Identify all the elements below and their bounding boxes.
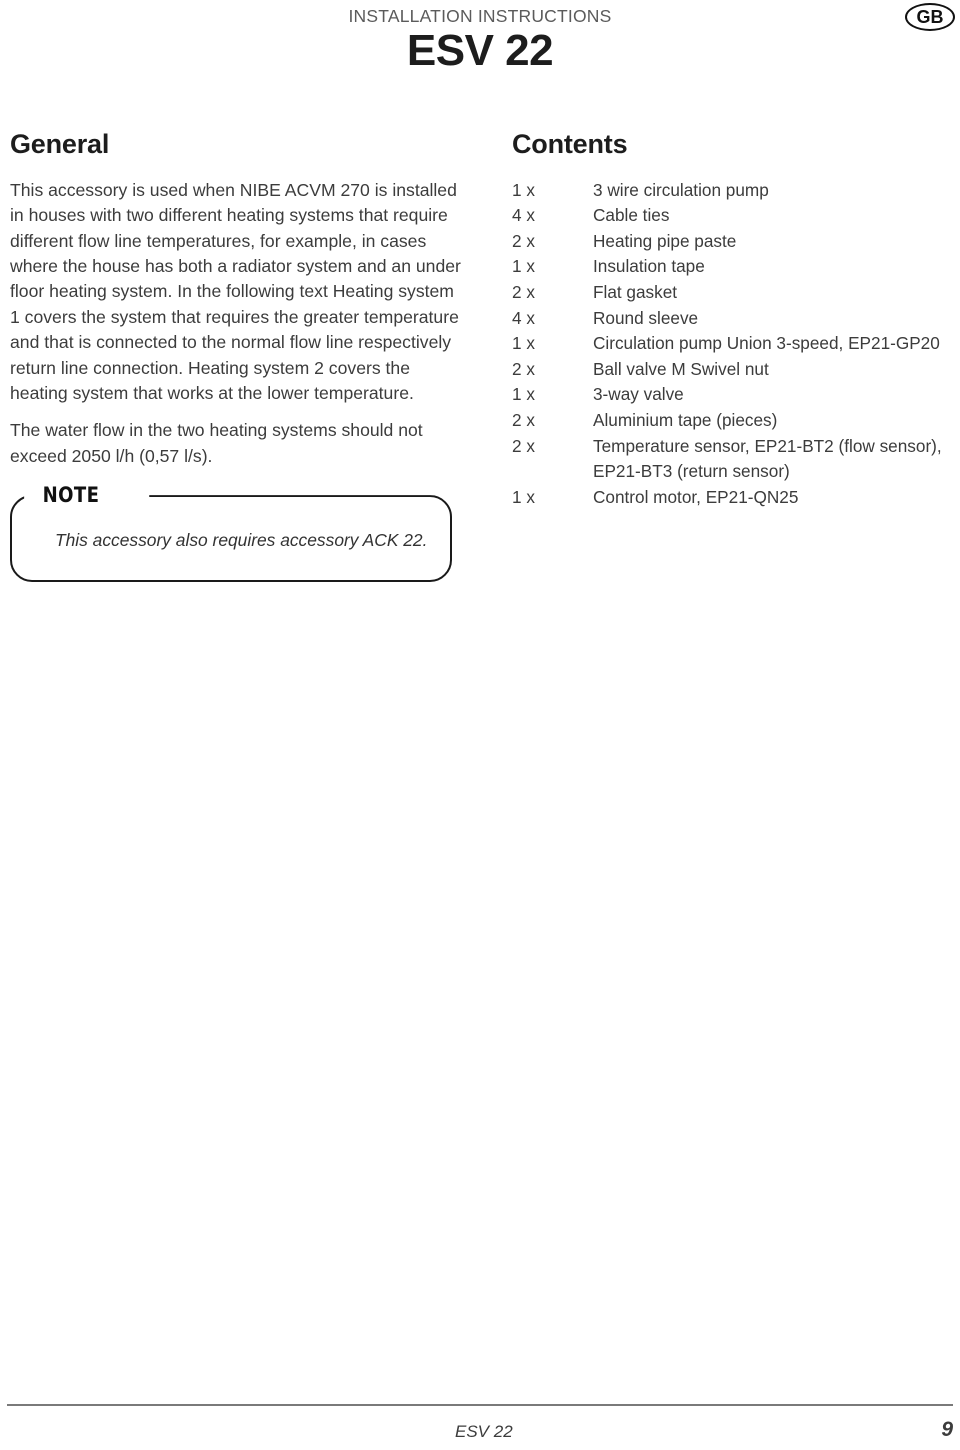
page-footer: ESV 22 9 [7,1404,953,1450]
contents-list: 1 x 3 wire circulation pump 4 x Cable ties 2… [512,178,960,511]
contents-row: 4 x Round sleeve [512,306,960,332]
contents-description: 3 wire circulation pump [593,179,769,200]
note-label: NOTE [40,483,104,508]
contents-quantity: 4 x [512,307,535,328]
note-text: This accessory also requires accessory A… [55,530,428,551]
contents-quantity: 2 x [512,282,535,303]
general-paragraph: The water flow in the two heating system… [10,420,423,466]
general-paragraph: This accessory is used when NIBE ACVM 27… [10,179,461,403]
page-header: INSTALLATION INSTRUCTIONS ESV 22 GB [0,0,960,100]
contents-quantity: 2 x [512,410,535,431]
contents-heading: Contents [512,129,628,159]
contents-description: Heating pipe paste [593,230,737,251]
contents-quantity: 2 x [512,230,535,251]
contents-row: 1 x Insulation tape [512,254,960,280]
contents-description: Flat gasket [593,282,678,303]
contents-row: 4 x Cable ties [512,203,960,229]
contents-row: 2 x Aluminium tape (pieces) [512,408,960,434]
contents-row: 2 x Heating pipe paste [512,229,960,255]
contents-quantity: 2 x [512,358,535,379]
note-box: NOTE This accessory also requires access… [10,483,452,583]
contents-row: 2 x Temperature sensor, EP21-BT2 (flow se… [512,434,960,485]
contents-description: Insulation tape [593,256,705,277]
header-kicker: INSTALLATION INSTRUCTIONS [348,6,612,26]
contents-row: 1 x 3 wire circulation pump [512,178,960,204]
footer-document-name: ESV 22 [455,1422,513,1441]
contents-quantity: 1 x [512,179,535,200]
contents-quantity: 2 x [512,435,535,456]
contents-row: 1 x 3-way valve [512,382,960,408]
contents-row: 1 x Circulation pump Union 3-speed, EP21-… [512,331,960,357]
contents-quantity: 1 x [512,486,535,507]
contents-quantity: 1 x [512,384,535,405]
contents-description: Circulation pump Union 3-speed, EP21-GP2… [593,333,940,354]
contents-description: Control motor, EP21-QN25 [593,486,799,507]
contents-row: 2 x Ball valve M Swivel nut [512,357,960,383]
contents-row: 2 x Flat gasket [512,280,960,306]
locale-badge: GB [905,3,955,31]
general-heading: General [10,129,110,159]
contents-description: Cable ties [593,205,670,226]
contents-description: 3-way valve [593,384,684,405]
contents-description: Temperature sensor, EP21-BT2 (flow senso… [593,435,942,482]
contents-quantity: 1 x [512,256,535,277]
contents-description: Aluminium tape (pieces) [593,410,778,431]
footer-page-number: 9 [941,1418,953,1441]
contents-quantity: 1 x [512,333,535,354]
contents-row: 1 x Control motor, EP21-QN25 [512,485,960,511]
footer-divider [7,1404,953,1406]
contents-description: Ball valve M Swivel nut [593,358,769,379]
general-section: General This accessory is used when NIBE… [10,129,468,583]
contents-description: Round sleeve [593,307,699,328]
page-title: ESV 22 [406,26,554,75]
contents-section: Contents 1 x 3 wire circulation pump 4 x Ca… [512,129,960,511]
contents-quantity: 4 x [512,205,535,226]
